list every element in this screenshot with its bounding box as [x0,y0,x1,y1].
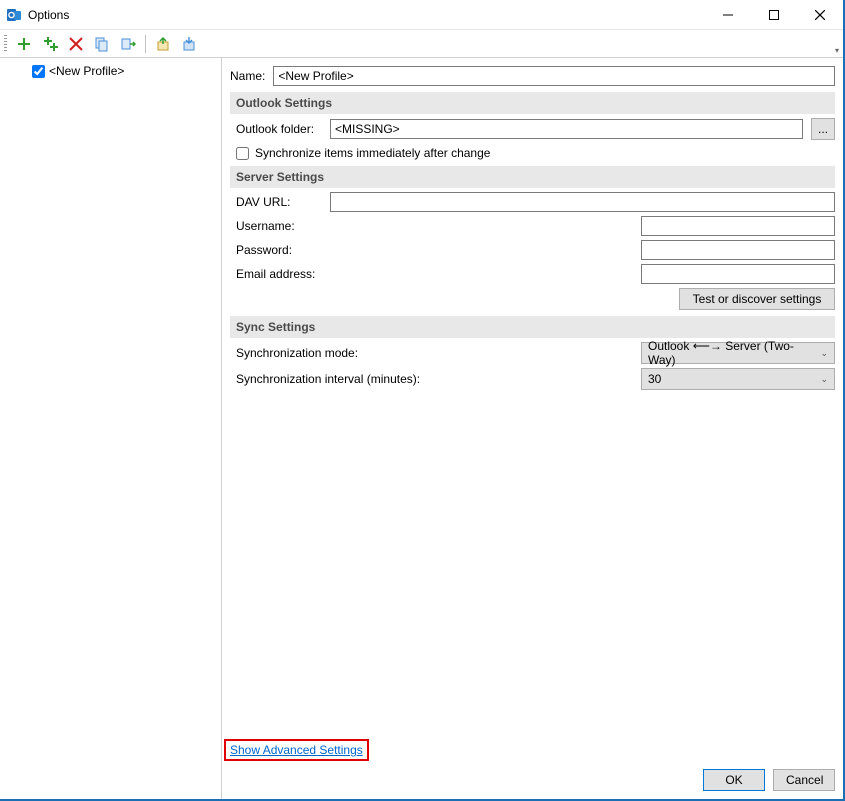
minimize-button[interactable] [705,0,751,30]
titlebar: Options [0,0,843,30]
chevron-down-icon: ⌄ [820,348,828,359]
username-label: Username: [236,219,322,233]
sync-interval-dropdown[interactable]: 30 ⌄ [641,368,835,390]
sync-immediate-checkbox[interactable] [236,147,249,160]
settings-panel: Name: Outlook Settings Outlook folder: .… [222,58,843,799]
sync-mode-value: Outlook ⟵→ Server (Two-Way) [648,339,820,367]
show-advanced-link[interactable]: Show Advanced Settings [230,743,363,757]
outlook-folder-input[interactable] [330,119,803,139]
sync-mode-dropdown[interactable]: Outlook ⟵→ Server (Two-Way) ⌄ [641,342,835,364]
add-multiple-button[interactable] [39,33,61,55]
toolbar-separator [145,35,146,53]
name-label: Name: [230,69,265,83]
dav-url-input[interactable] [330,192,835,212]
ok-button[interactable]: OK [703,769,765,791]
maximize-button[interactable] [751,0,797,30]
browse-folder-button[interactable]: ... [811,118,835,140]
app-icon [6,7,22,23]
profile-tree-item[interactable]: <New Profile> [2,62,219,80]
toolbar-grip [4,35,7,53]
sync-mode-label: Synchronization mode: [236,346,358,360]
sync-interval-value: 30 [648,372,661,386]
import-button[interactable] [178,33,200,55]
add-profile-button[interactable] [13,33,35,55]
chevron-down-icon: ⌄ [820,374,828,385]
sync-immediate-label: Synchronize items immediately after chan… [255,146,490,160]
toolbar-overflow-icon[interactable]: ▾ [835,46,839,55]
profile-label: <New Profile> [49,64,124,78]
export-button[interactable] [152,33,174,55]
close-button[interactable] [797,0,843,30]
sync-settings-header: Sync Settings [230,316,835,338]
name-input[interactable] [273,66,835,86]
move-button[interactable] [117,33,139,55]
email-input[interactable] [641,264,835,284]
window-title: Options [28,8,69,22]
password-label: Password: [236,243,322,257]
email-label: Email address: [236,267,322,281]
outlook-settings-header: Outlook Settings [230,92,835,114]
copy-button[interactable] [91,33,113,55]
profile-checkbox[interactable] [32,65,45,78]
password-input[interactable] [641,240,835,260]
cancel-button[interactable]: Cancel [773,769,835,791]
delete-button[interactable] [65,33,87,55]
toolbar: ▾ [0,30,843,58]
dav-url-label: DAV URL: [236,195,322,209]
sync-interval-label: Synchronization interval (minutes): [236,372,420,386]
outlook-folder-label: Outlook folder: [236,122,322,136]
username-input[interactable] [641,216,835,236]
server-settings-header: Server Settings [230,166,835,188]
test-discover-button[interactable]: Test or discover settings [679,288,835,310]
profile-tree: <New Profile> [0,58,222,799]
advanced-highlight: Show Advanced Settings [224,739,369,761]
